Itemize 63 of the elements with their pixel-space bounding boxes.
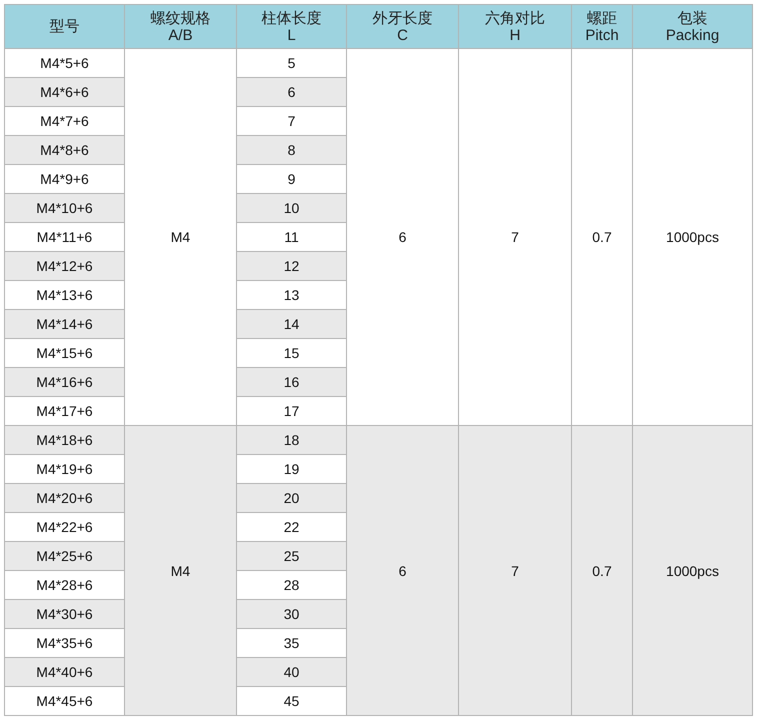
table-cell: M4*9+6 (4, 164, 124, 194)
table-cell: M4*28+6 (4, 570, 124, 600)
table-cell: M4*13+6 (4, 280, 124, 310)
table-cell: 22 (236, 512, 346, 542)
table-cell: 12 (236, 252, 346, 280)
table-cell: 6 (346, 48, 458, 426)
table-cell: 15 (236, 338, 346, 368)
table-cell: M4*19+6 (4, 454, 124, 484)
table-cell: 6 (236, 78, 346, 106)
table-cell: M4*6+6 (4, 78, 124, 106)
table-cell: M4 (124, 426, 236, 716)
table-cell: 5 (236, 48, 346, 78)
table-cell: M4*5+6 (4, 48, 124, 78)
column-header: 螺距 Pitch (572, 4, 632, 48)
table-cell: M4 (124, 48, 236, 426)
table-cell: M4*7+6 (4, 106, 124, 136)
table-cell: 30 (236, 600, 346, 628)
table-cell: M4*40+6 (4, 658, 124, 686)
table-cell: M4*16+6 (4, 368, 124, 396)
table-cell: 0.7 (572, 48, 632, 426)
table-cell: 25 (236, 542, 346, 570)
table-cell: M4*18+6 (4, 426, 124, 454)
column-header: 螺纹规格 A/B (124, 4, 236, 48)
table-cell: 7 (458, 48, 572, 426)
table-cell: M4*45+6 (4, 686, 124, 716)
table-cell: 28 (236, 570, 346, 600)
table-cell: M4*20+6 (4, 484, 124, 512)
table-cell: M4*30+6 (4, 600, 124, 628)
table-cell: M4*8+6 (4, 136, 124, 164)
column-header: 包装 Packing (632, 4, 752, 48)
table-cell: 19 (236, 454, 346, 484)
table-cell: 1000pcs (632, 426, 752, 716)
table-cell: M4*25+6 (4, 542, 124, 570)
table-cell: 9 (236, 164, 346, 194)
table-cell: 7 (236, 106, 346, 136)
table-cell: M4*10+6 (4, 194, 124, 222)
table-cell: 13 (236, 280, 346, 310)
table-cell: 11 (236, 222, 346, 252)
table-cell: 17 (236, 396, 346, 426)
table-cell: M4*35+6 (4, 628, 124, 658)
table-cell: M4*15+6 (4, 338, 124, 368)
table-cell: 20 (236, 484, 346, 512)
table-cell: M4*11+6 (4, 222, 124, 252)
column-header: 柱体长度 L (236, 4, 346, 48)
column-header: 外牙长度 C (346, 4, 458, 48)
table-cell: 45 (236, 686, 346, 716)
table-cell: M4*14+6 (4, 310, 124, 338)
table-cell: 7 (458, 426, 572, 716)
column-header: 六角对比 H (458, 4, 572, 48)
table-cell: 8 (236, 136, 346, 164)
table-cell: 1000pcs (632, 48, 752, 426)
table-cell: 6 (346, 426, 458, 716)
table-cell: 18 (236, 426, 346, 454)
table-cell: 16 (236, 368, 346, 396)
table-cell: M4*22+6 (4, 512, 124, 542)
table-cell: 35 (236, 628, 346, 658)
column-header: 型号 (4, 4, 124, 48)
table-cell: 0.7 (572, 426, 632, 716)
table-cell: 10 (236, 194, 346, 222)
table-cell: 14 (236, 310, 346, 338)
table-cell: M4*12+6 (4, 252, 124, 280)
table-cell: 40 (236, 658, 346, 686)
table-cell: M4*17+6 (4, 396, 124, 426)
